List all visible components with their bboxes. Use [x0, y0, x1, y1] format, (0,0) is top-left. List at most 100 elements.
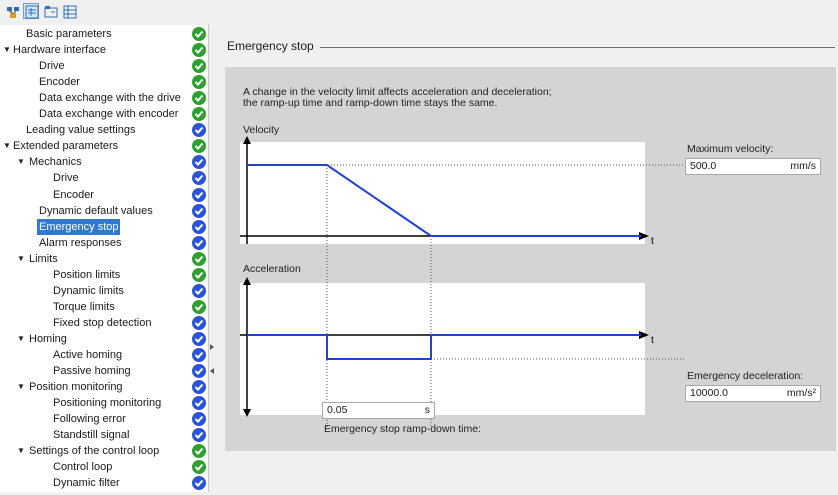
tree-item-homing[interactable]: ▼ Homing: [0, 331, 208, 347]
status-default-icon: [192, 171, 206, 186]
status-ok-icon: [192, 444, 206, 459]
status-ok-icon: [192, 59, 206, 74]
collapse-arrow-icon[interactable]: ▼: [17, 443, 25, 459]
max-velocity-field[interactable]: 500.0 mm/s: [685, 158, 821, 175]
tree-item-mechanics[interactable]: ▼ Mechanics: [0, 154, 208, 170]
table-view-icon[interactable]: [61, 3, 77, 19]
status-default-icon: [192, 348, 206, 362]
tree-item-alarm-responses[interactable]: Alarm responses: [0, 235, 208, 251]
status-default-icon: [192, 364, 206, 379]
status-default-icon: [192, 123, 206, 138]
tree-item-drive[interactable]: Drive: [0, 170, 208, 186]
status-default-icon: [192, 380, 206, 395]
status-default-icon: [192, 428, 206, 443]
tree-item-hardware-interface[interactable]: ▼ Hardware interface: [0, 42, 208, 58]
status-default-icon: [192, 283, 206, 298]
status-ok-icon: [192, 460, 206, 475]
tree-item-label: Hardware interface: [13, 44, 106, 57]
status-ok-icon: [192, 299, 206, 314]
status-default-icon: [192, 396, 206, 411]
tree-item-torque-limits[interactable]: Torque limits: [0, 299, 208, 315]
overview-icon[interactable]: [4, 3, 20, 19]
tree-item-label: Encoder: [39, 76, 80, 89]
tree-item-label: Active homing: [53, 349, 123, 361]
tree-item-data-exchange-with-the-drive[interactable]: Data exchange with the drive: [0, 90, 208, 106]
tree-item-leading-value-settings[interactable]: Leading value settings: [0, 122, 208, 138]
status-ok-icon: [192, 267, 206, 282]
tree-item-drive[interactable]: Drive: [0, 58, 208, 74]
tree-item-label: Position monitoring: [29, 381, 123, 394]
main-panel: Emergency stop A change in the velocity …: [215, 25, 838, 492]
max-velocity-unit: mm/s: [790, 160, 816, 172]
velocity-t-label: t: [651, 236, 654, 247]
status-default-icon: [192, 235, 206, 250]
acceleration-t-label: t: [651, 335, 654, 346]
emergency-stop-panel: A change in the velocity limit affects a…: [225, 67, 836, 451]
emergency-deceleration-label: Emergency deceleration:: [687, 370, 804, 382]
status-default-icon: [192, 476, 206, 491]
collapse-arrow-icon[interactable]: ▼: [17, 251, 25, 267]
status-ok-icon: [192, 43, 206, 58]
collapse-arrow-icon[interactable]: ▼: [17, 331, 25, 347]
tree-item-encoder[interactable]: Encoder: [0, 187, 208, 203]
velocity-y-arrow: [243, 136, 251, 144]
tree-item-label: Dynamic default values: [39, 204, 153, 217]
tree-item-following-error[interactable]: Following error: [0, 411, 208, 427]
tree-item-label: Homing: [29, 332, 67, 345]
tree-item-data-exchange-with-encoder[interactable]: Data exchange with encoder: [0, 106, 208, 122]
status-default-icon: [192, 155, 206, 170]
section-divider: [315, 47, 835, 48]
tree-item-emergency-stop[interactable]: Emergency stop: [0, 218, 208, 235]
tree-item-label: Control loop: [53, 461, 113, 474]
function-view-icon[interactable]: [42, 3, 58, 19]
tree-item-limits[interactable]: ▼ Limits: [0, 251, 208, 267]
collapse-arrow-icon[interactable]: ▼: [3, 138, 11, 154]
emergency-deceleration-field[interactable]: 10000.0 mm/s²: [685, 385, 821, 402]
tree-item-label: Data exchange with the drive: [39, 92, 181, 105]
status-ok-icon: [192, 27, 206, 41]
toolbar: [0, 0, 838, 24]
tree-item-label: Emergency stop: [37, 218, 121, 235]
tree-item-dynamic-limits[interactable]: Dynamic limits: [0, 283, 208, 299]
tree-item-label: Limits: [29, 252, 58, 265]
tree-item-position-monitoring[interactable]: ▼ Position monitoring: [0, 379, 208, 395]
tree-item-dynamic-default-values[interactable]: Dynamic default values: [0, 203, 208, 219]
tree-item-settings-of-the-control-loop[interactable]: ▼ Settings of the control loop: [0, 443, 208, 459]
status-default-icon: [192, 203, 206, 218]
tree-item-label: Positioning monitoring: [53, 397, 162, 410]
tree-item-passive-homing[interactable]: Passive homing: [0, 363, 208, 379]
tree-item-label: Torque limits: [53, 300, 115, 313]
tree-item-basic-parameters[interactable]: Basic parameters: [0, 26, 208, 42]
parameter-view-icon[interactable]: [23, 3, 39, 19]
tree-item-label: Drive: [39, 60, 65, 73]
ramp-down-time-field[interactable]: 0.05 s: [322, 402, 435, 419]
tree-item-label: Extended parameters: [13, 140, 119, 153]
tree-item-label: Leading value settings: [26, 124, 136, 137]
tree-item-label: Encoder: [53, 188, 94, 201]
acceleration-y-arrow-up: [243, 277, 251, 285]
tree-item-label: Basic parameters: [26, 28, 112, 40]
tree-item-dynamic-filter[interactable]: Dynamic filter: [0, 475, 208, 491]
status-ok-icon: [192, 91, 206, 106]
tree-item-position-limits[interactable]: Position limits: [0, 267, 208, 283]
status-default-icon: [192, 187, 206, 202]
collapse-arrow-icon[interactable]: ▼: [17, 154, 25, 170]
collapse-arrow-icon[interactable]: ▼: [17, 379, 25, 395]
tree-item-label: Standstill signal: [53, 429, 130, 442]
tree-item-control-loop[interactable]: Control loop: [0, 459, 208, 475]
tree-item-extended-parameters[interactable]: ▼ Extended parameters: [0, 138, 208, 154]
tree-item-positioning-monitoring[interactable]: Positioning monitoring: [0, 395, 208, 411]
tree-item-active-homing[interactable]: Active homing: [0, 347, 208, 363]
tree-item-standstill-signal[interactable]: Standstill signal: [0, 427, 208, 443]
tree-item-label: Fixed stop detection: [53, 316, 152, 329]
ramp-down-time-value: 0.05: [327, 404, 348, 416]
emergency-deceleration-value: 10000.0: [690, 387, 728, 399]
tree-item-fixed-stop-detection[interactable]: Fixed stop detection: [0, 315, 208, 331]
tree-item-label: Data exchange with encoder: [39, 108, 179, 121]
collapse-arrow-icon[interactable]: ▼: [3, 42, 11, 58]
status-default-icon: [192, 315, 206, 330]
tree-item-encoder[interactable]: Encoder: [0, 74, 208, 90]
max-velocity-value: 500.0: [690, 160, 717, 172]
ramp-down-time-label: Emergency stop ramp-down time:: [324, 423, 481, 435]
parameter-tree: Basic parameters ▼ Hardware interface Drive…: [0, 25, 209, 492]
